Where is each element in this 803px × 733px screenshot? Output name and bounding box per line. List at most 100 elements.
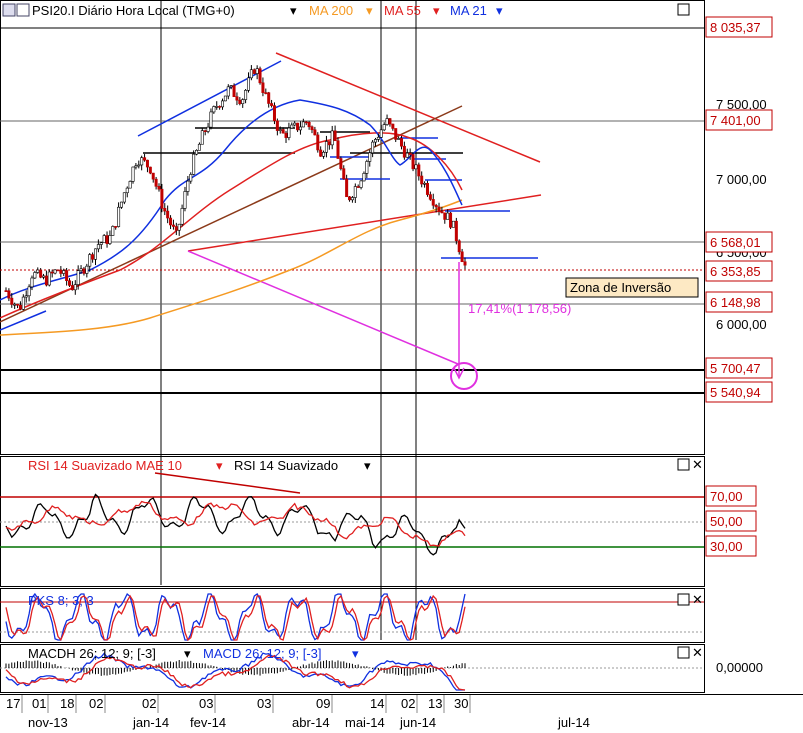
rsi-lines: [0, 472, 704, 556]
symbol-title[interactable]: PSI20.I Diário Hora Local (TMG+0): [32, 3, 235, 18]
pks-close-icon[interactable]: ✕: [692, 592, 703, 607]
candle-body: [200, 130, 204, 145]
candle-body: [232, 85, 236, 97]
candle-body: [223, 95, 227, 102]
candle-body: [454, 220, 458, 242]
zona-inversao-label: Zona de Inversão: [570, 280, 671, 295]
rsi-maximize-icon[interactable]: [677, 458, 690, 471]
rsi-mae-dropdown-icon[interactable]: ▾: [216, 458, 223, 473]
candle-body: [128, 181, 132, 189]
rsi-50-label: 50,00: [710, 514, 743, 529]
pks-label[interactable]: PKS 8; 3; 3: [28, 593, 94, 608]
candle-body: [27, 286, 31, 297]
candle-body: [258, 68, 262, 84]
candle-body: [402, 145, 406, 158]
candle-body: [91, 254, 95, 260]
x-day-label: 03: [199, 696, 213, 711]
level-bars: [143, 127, 538, 259]
candle-body: [382, 124, 386, 131]
rsi-mae-label[interactable]: RSI 14 Suavizado MAE 10: [28, 458, 182, 473]
candle-body: [85, 265, 89, 274]
candle-body: [252, 69, 256, 74]
candle-body: [174, 226, 178, 231]
candle-body: [140, 157, 144, 166]
candle-body: [50, 271, 54, 274]
candle-body: [131, 166, 135, 182]
x-day-label: 30: [454, 696, 468, 711]
candle-body: [99, 242, 103, 245]
ma21-dropdown-icon[interactable]: ▾: [496, 3, 503, 18]
candlesticks: [4, 65, 467, 311]
candle-body: [324, 141, 328, 153]
rsi-30-label: 30,00: [710, 539, 743, 554]
candle-body: [437, 206, 441, 212]
candle-body: [267, 92, 271, 104]
pks-panel: [0, 588, 705, 643]
candle-body: [446, 212, 450, 220]
ma21-label[interactable]: MA 21: [450, 3, 487, 18]
candle-body: [275, 120, 279, 131]
rsi-close-icon[interactable]: ✕: [692, 457, 703, 472]
candle-body: [301, 121, 305, 128]
macdh-dropdown-icon[interactable]: ▾: [184, 646, 191, 661]
macdh-label[interactable]: MACDH 26; 12; 9; [-3]: [28, 646, 156, 661]
label-6568: 6 568,01: [710, 235, 761, 250]
candle-body: [39, 269, 43, 278]
candle-body: [293, 122, 297, 126]
ma200-dropdown-icon[interactable]: ▾: [366, 3, 373, 18]
ma200-label[interactable]: MA 200: [309, 3, 353, 18]
x-month-label: fev-14: [190, 715, 226, 730]
candle-body: [203, 130, 207, 132]
x-day-label: 14: [370, 696, 384, 711]
chart-canvas: 8 035,37 7 500,00 7 401,00 7 000,00 6 50…: [0, 0, 803, 730]
candle-body: [272, 105, 276, 122]
symbol-icon[interactable]: [2, 3, 16, 17]
candle-body: [42, 275, 46, 278]
price-levels: [0, 27, 704, 394]
ma55-dropdown-icon[interactable]: ▾: [433, 3, 440, 18]
candle-body: [105, 235, 109, 244]
x-month-label: jul-14: [557, 715, 590, 730]
candle-body: [134, 165, 138, 168]
candle-body: [428, 194, 432, 200]
projection-label: 17,41%(1 178,56): [468, 301, 571, 316]
candle-body: [405, 152, 409, 158]
candle-body: [353, 186, 357, 198]
candle-body: [53, 269, 57, 274]
candle-body: [319, 149, 323, 157]
candle-body: [160, 188, 164, 209]
candle-body: [246, 77, 250, 91]
x-day-label: 02: [89, 696, 103, 711]
x-month-label: abr-14: [292, 715, 330, 730]
rsi-label[interactable]: RSI 14 Suavizado: [234, 458, 338, 473]
macd-label[interactable]: MACD 26; 12; 9; [-3]: [203, 646, 322, 661]
candle-body: [322, 151, 326, 157]
candle-body: [394, 128, 398, 140]
grid-icon[interactable]: [16, 3, 30, 17]
rsi-dropdown-icon[interactable]: ▾: [364, 458, 371, 473]
candle-body: [310, 126, 314, 131]
x-day-label: 02: [142, 696, 156, 711]
rsi-header: RSI 14 Suavizado MAE 10 ▾ RSI 14 Suaviza…: [28, 457, 703, 473]
candle-body: [111, 226, 115, 236]
candle-body: [423, 182, 427, 185]
macd-maximize-icon[interactable]: [677, 646, 690, 659]
ma55-label[interactable]: MA 55: [384, 3, 421, 18]
x-month-label: nov-13: [28, 715, 68, 730]
candle-body: [244, 90, 248, 100]
candle-body: [73, 284, 77, 291]
candle-body: [420, 175, 424, 185]
candle-body: [391, 123, 395, 129]
candle-body: [157, 186, 161, 190]
candle-body: [33, 272, 37, 279]
candle-body: [24, 295, 28, 298]
pks-maximize-icon[interactable]: [677, 593, 690, 606]
candle-body: [229, 85, 233, 88]
candle-body: [119, 201, 123, 208]
candle-body: [212, 106, 216, 113]
macd-dropdown-icon[interactable]: ▾: [352, 646, 359, 661]
dropdown-icon[interactable]: ▾: [290, 3, 297, 18]
macd-close-icon[interactable]: ✕: [692, 645, 703, 660]
maximize-icon[interactable]: [677, 3, 690, 16]
candle-body: [10, 297, 14, 305]
